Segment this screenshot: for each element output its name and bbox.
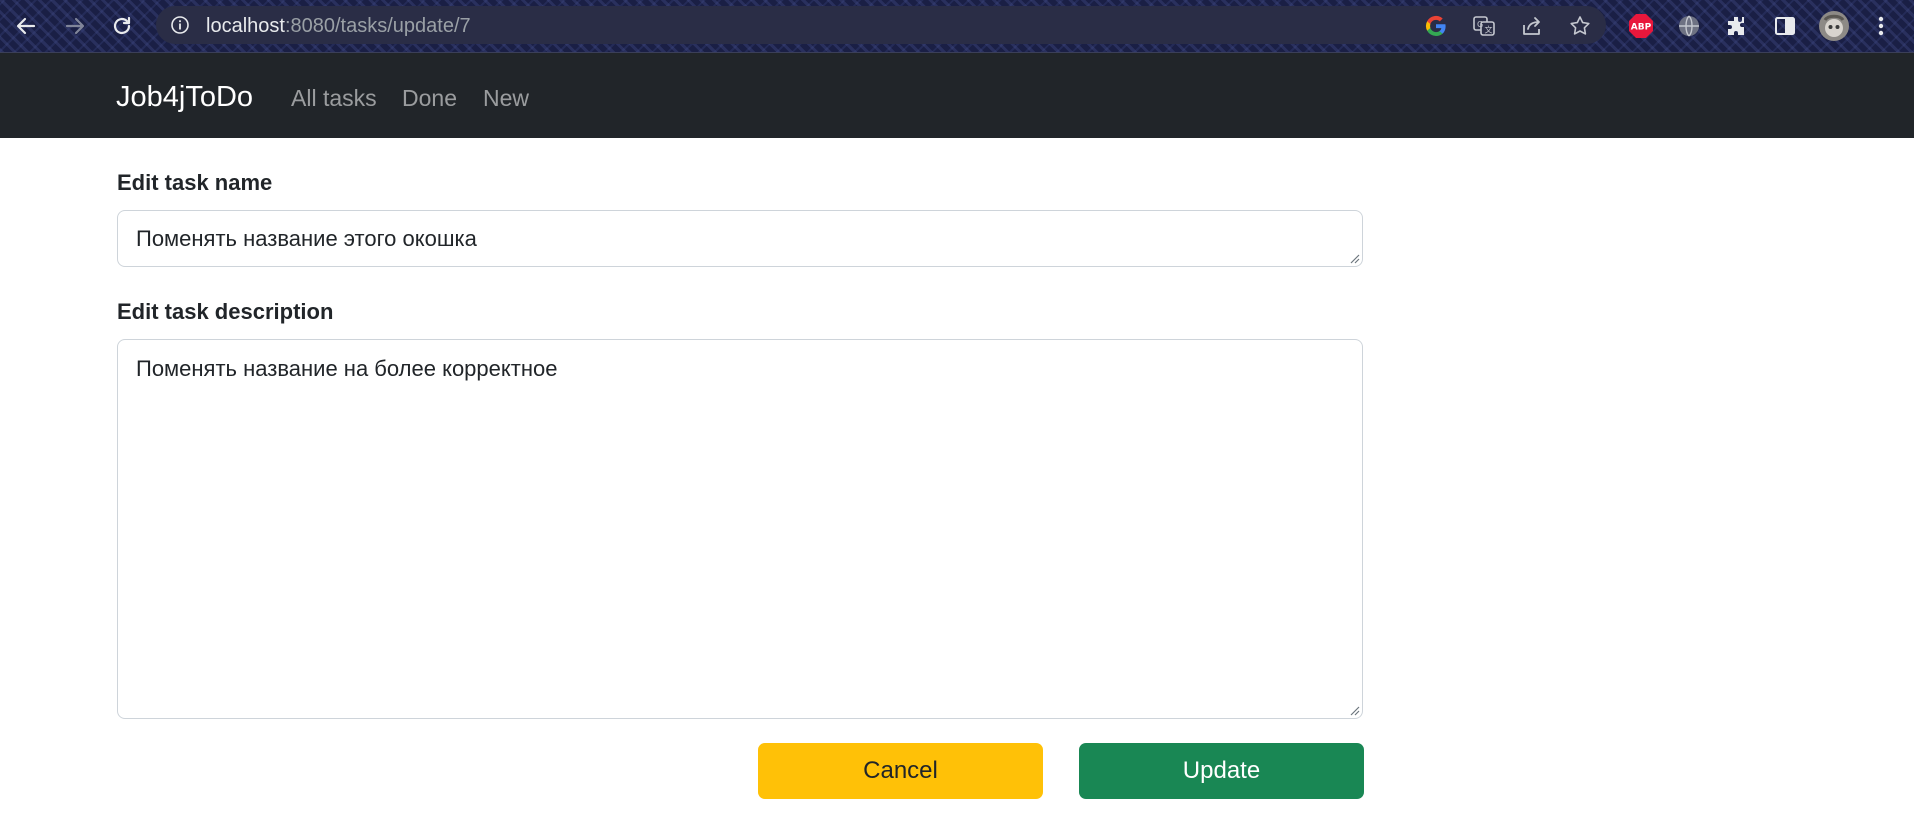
address-bar[interactable]: localhost:8080/tasks/update/7 G 文	[156, 6, 1606, 44]
task-description-label: Edit task description	[117, 299, 334, 324]
task-name-value: Поменять название этого окошка	[136, 226, 477, 251]
profile-avatar	[1819, 11, 1849, 41]
info-icon[interactable]	[170, 15, 190, 35]
arrow-left-icon	[16, 17, 36, 35]
brand-logo[interactable]: Job4jToDo	[116, 81, 253, 114]
side-panel-icon[interactable]	[1770, 11, 1800, 41]
browser-toolbar: localhost:8080/tasks/update/7 G 文 ABP	[0, 0, 1914, 53]
kebab-menu-icon[interactable]	[1866, 11, 1896, 41]
cancel-button[interactable]: Cancel	[758, 743, 1043, 799]
url-host: localhost	[206, 15, 285, 37]
globe-glyph	[1679, 15, 1699, 37]
puzzle-icon[interactable]	[1722, 11, 1752, 41]
star-icon[interactable]	[1567, 13, 1593, 39]
share-glyph	[1523, 17, 1540, 35]
abp-icon[interactable]: ABP	[1626, 11, 1656, 41]
task-name-label: Edit task name	[117, 170, 273, 195]
abp-octagon: ABP	[1629, 14, 1653, 38]
url-text[interactable]: localhost:8080/tasks/update/7	[206, 15, 471, 38]
translate-glyph: G 文	[1473, 16, 1495, 36]
arrow-right-icon	[65, 17, 85, 35]
task-name-input[interactable]: Поменять название этого окошка	[117, 210, 1363, 267]
abp-label: ABP	[1631, 23, 1652, 33]
url-path: :8080/tasks/update/7	[284, 15, 471, 37]
avatar[interactable]	[1817, 9, 1851, 43]
reload-button[interactable]	[104, 8, 140, 44]
forward-button[interactable]	[57, 8, 93, 44]
google-logo	[1425, 15, 1446, 37]
side-panel-glyph	[1775, 17, 1795, 35]
nav-link-new[interactable]: New	[483, 85, 529, 112]
translate-icon[interactable]: G 文	[1471, 13, 1497, 39]
resize-grip-icon[interactable]	[1348, 704, 1360, 716]
back-button[interactable]	[8, 8, 44, 44]
google-icon[interactable]	[1423, 13, 1449, 39]
update-button[interactable]: Update	[1079, 743, 1364, 799]
nav-link-all-tasks[interactable]: All tasks	[291, 85, 377, 112]
task-description-value: Поменять название на более корректное	[136, 356, 558, 381]
resize-grip-icon[interactable]	[1348, 252, 1360, 264]
task-description-textarea[interactable]: Поменять название на более корректное	[117, 339, 1363, 719]
svg-text:文: 文	[1485, 25, 1493, 35]
puzzle-glyph	[1728, 17, 1744, 35]
kebab-dots	[1878, 16, 1884, 36]
share-icon[interactable]	[1519, 13, 1545, 39]
reload-icon	[113, 16, 131, 35]
bookmark-star	[1570, 16, 1590, 35]
svg-text:G: G	[1477, 20, 1483, 29]
nav-link-done[interactable]: Done	[402, 85, 457, 112]
globe-icon[interactable]	[1674, 11, 1704, 41]
app-navbar: Job4jToDo All tasks Done New	[0, 53, 1914, 138]
